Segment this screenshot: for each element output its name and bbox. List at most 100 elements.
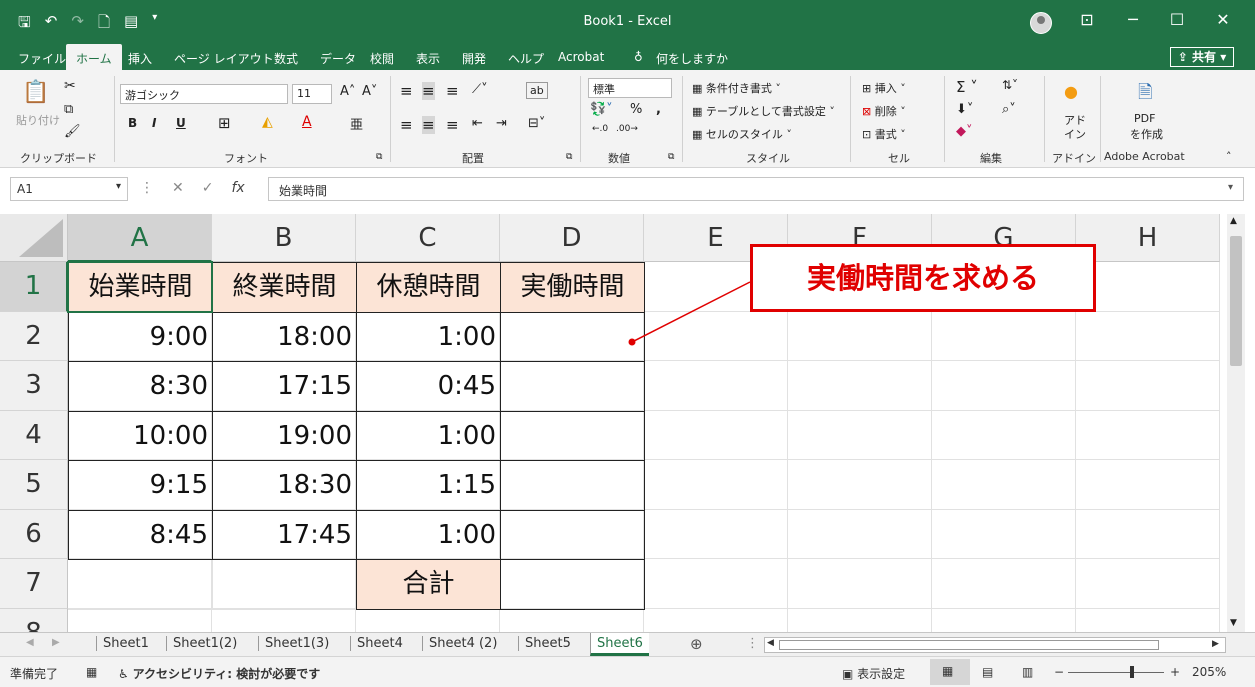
tab-help[interactable]: ヘルプ <box>508 50 544 67</box>
tab-formulas[interactable]: 数式 <box>274 50 298 67</box>
cell-f8[interactable] <box>788 608 932 632</box>
table-data-cell[interactable] <box>500 410 645 461</box>
cell-e8[interactable] <box>644 608 788 632</box>
table-data-cell[interactable]: 9:00 <box>68 311 213 362</box>
minimize-icon[interactable]: ─ <box>1118 10 1148 29</box>
name-box[interactable]: A1 ▾ <box>10 177 128 201</box>
italic-button[interactable]: I <box>152 116 156 130</box>
font-size-select[interactable]: 11 <box>292 84 332 104</box>
insert-cells-button[interactable]: ⊞ 挿入 ˅ <box>862 80 906 96</box>
sheet-tab-sheet6[interactable]: Sheet6 <box>590 633 649 656</box>
sheet-tab-sheet1-2[interactable]: Sheet1(2) <box>166 636 243 651</box>
cell-h1[interactable] <box>1076 262 1220 312</box>
tab-developer[interactable]: 開発 <box>462 50 486 67</box>
column-header-a[interactable]: A <box>68 214 212 262</box>
align-right-icon[interactable]: ≡ <box>446 116 459 134</box>
scroll-down-icon[interactable]: ▼ <box>1230 618 1237 628</box>
conditional-formatting-button[interactable]: ▦ 条件付き書式 ˅ <box>692 80 781 96</box>
decrease-indent-icon[interactable]: ⇤ <box>472 116 483 131</box>
align-bottom-icon[interactable]: ≡ <box>446 82 459 100</box>
accessibility-status[interactable]: ♿ アクセシビリティ: 検討が必要です <box>118 665 320 682</box>
cell-e2[interactable] <box>644 311 788 361</box>
table-data-cell[interactable]: 17:45 <box>212 509 357 560</box>
cell-h5[interactable] <box>1076 460 1220 510</box>
column-header-b[interactable]: B <box>212 214 356 262</box>
search-box[interactable]: 何をしますか <box>656 50 728 67</box>
scroll-right-icon[interactable]: ▶ <box>1212 639 1219 649</box>
increase-decimal-icon[interactable]: ←.0 <box>592 124 608 134</box>
total-value-cell[interactable] <box>500 559 645 610</box>
fill-color-icon[interactable]: ◭ <box>262 114 273 130</box>
cell-f3[interactable] <box>788 361 932 411</box>
paste-button[interactable]: 貼り付け <box>16 112 60 128</box>
empty-cell[interactable] <box>212 559 357 610</box>
sheet-tab-sheet5[interactable]: Sheet5 <box>518 636 577 651</box>
table-data-cell[interactable]: 17:15 <box>212 361 357 412</box>
cell-g8[interactable] <box>932 608 1076 632</box>
decrease-decimal-icon[interactable]: .00→ <box>616 124 638 134</box>
phonetic-icon[interactable]: 亜 <box>350 114 363 133</box>
row-header-5[interactable]: 5 <box>0 460 68 510</box>
ribbon-display-icon[interactable]: ⊡ <box>1072 10 1102 29</box>
cell-g7[interactable] <box>932 559 1076 609</box>
find-select-icon[interactable]: ⌕˅ <box>1002 102 1016 117</box>
underline-button[interactable]: U <box>176 116 186 130</box>
sheet-tab-sheet1-3[interactable]: Sheet1(3) <box>258 636 335 651</box>
name-box-dropdown-icon[interactable]: ▾ <box>116 181 121 192</box>
zoom-in-icon[interactable]: + <box>1170 665 1180 679</box>
row-header-1[interactable]: 1 <box>0 262 68 312</box>
orientation-icon[interactable]: ⟋˅ <box>472 82 488 97</box>
row-header-2[interactable]: 2 <box>0 311 68 361</box>
cell-f4[interactable] <box>788 410 932 460</box>
close-icon[interactable]: ✕ <box>1208 10 1238 29</box>
table-data-cell[interactable]: 9:15 <box>68 460 213 511</box>
cell-e7[interactable] <box>644 559 788 609</box>
column-header-d[interactable]: D <box>500 214 644 262</box>
tab-data[interactable]: データ <box>320 50 356 67</box>
normal-view-button[interactable]: ▦ <box>930 659 970 685</box>
cell-g6[interactable] <box>932 509 1076 559</box>
increase-indent-icon[interactable]: ⇥ <box>496 116 507 131</box>
maximize-icon[interactable]: ☐ <box>1162 10 1192 29</box>
expand-formula-icon[interactable]: ▾ <box>1228 182 1233 193</box>
table-data-cell[interactable]: 18:30 <box>212 460 357 511</box>
align-middle-icon[interactable]: ≡ <box>422 82 435 100</box>
merge-center-icon[interactable]: ⊟˅ <box>528 116 545 131</box>
cell-h4[interactable] <box>1076 410 1220 460</box>
add-sheet-icon[interactable]: ⊕ <box>690 635 703 653</box>
column-header-c[interactable]: C <box>356 214 500 262</box>
cell-h2[interactable] <box>1076 311 1220 361</box>
cell-g5[interactable] <box>932 460 1076 510</box>
cell-h7[interactable] <box>1076 559 1220 609</box>
table-data-cell[interactable]: 1:00 <box>356 311 501 362</box>
table-data-cell[interactable]: 1:00 <box>356 410 501 461</box>
align-left-icon[interactable]: ≡ <box>400 116 413 134</box>
avatar[interactable] <box>1030 12 1052 34</box>
format-painter-icon[interactable]: 🖌 <box>64 124 81 139</box>
cell-e4[interactable] <box>644 410 788 460</box>
row-header-6[interactable]: 6 <box>0 509 68 559</box>
number-dialog-launcher-icon[interactable]: ⧉ <box>668 152 674 162</box>
cell-g3[interactable] <box>932 361 1076 411</box>
zoom-out-icon[interactable]: − <box>1054 665 1064 679</box>
horizontal-scrollbar[interactable]: ◀ <box>764 637 1226 653</box>
row-header-8[interactable]: 8 <box>0 608 68 632</box>
cell-a8[interactable] <box>68 608 212 632</box>
zoom-slider-thumb[interactable] <box>1130 666 1134 678</box>
macro-record-icon[interactable]: ▦ <box>86 665 97 679</box>
number-format-select[interactable]: 標準 <box>588 78 672 98</box>
paste-icon[interactable]: 📋 <box>22 80 49 105</box>
cell-g2[interactable] <box>932 311 1076 361</box>
row-header-3[interactable]: 3 <box>0 361 68 411</box>
cell-h3[interactable] <box>1076 361 1220 411</box>
table-data-cell[interactable]: 19:00 <box>212 410 357 461</box>
percent-button[interactable]: % <box>630 102 642 117</box>
tab-home[interactable]: ホーム <box>66 44 122 70</box>
pdf-icon[interactable]: 🗎 <box>1138 80 1152 110</box>
tab-view[interactable]: 表示 <box>416 50 440 67</box>
table-header-cell[interactable]: 休憩時間 <box>356 262 501 313</box>
table-data-cell[interactable] <box>500 361 645 412</box>
cell-g4[interactable] <box>932 410 1076 460</box>
alignment-dialog-launcher-icon[interactable]: ⧉ <box>566 152 572 162</box>
scroll-thumb[interactable] <box>1230 236 1242 366</box>
